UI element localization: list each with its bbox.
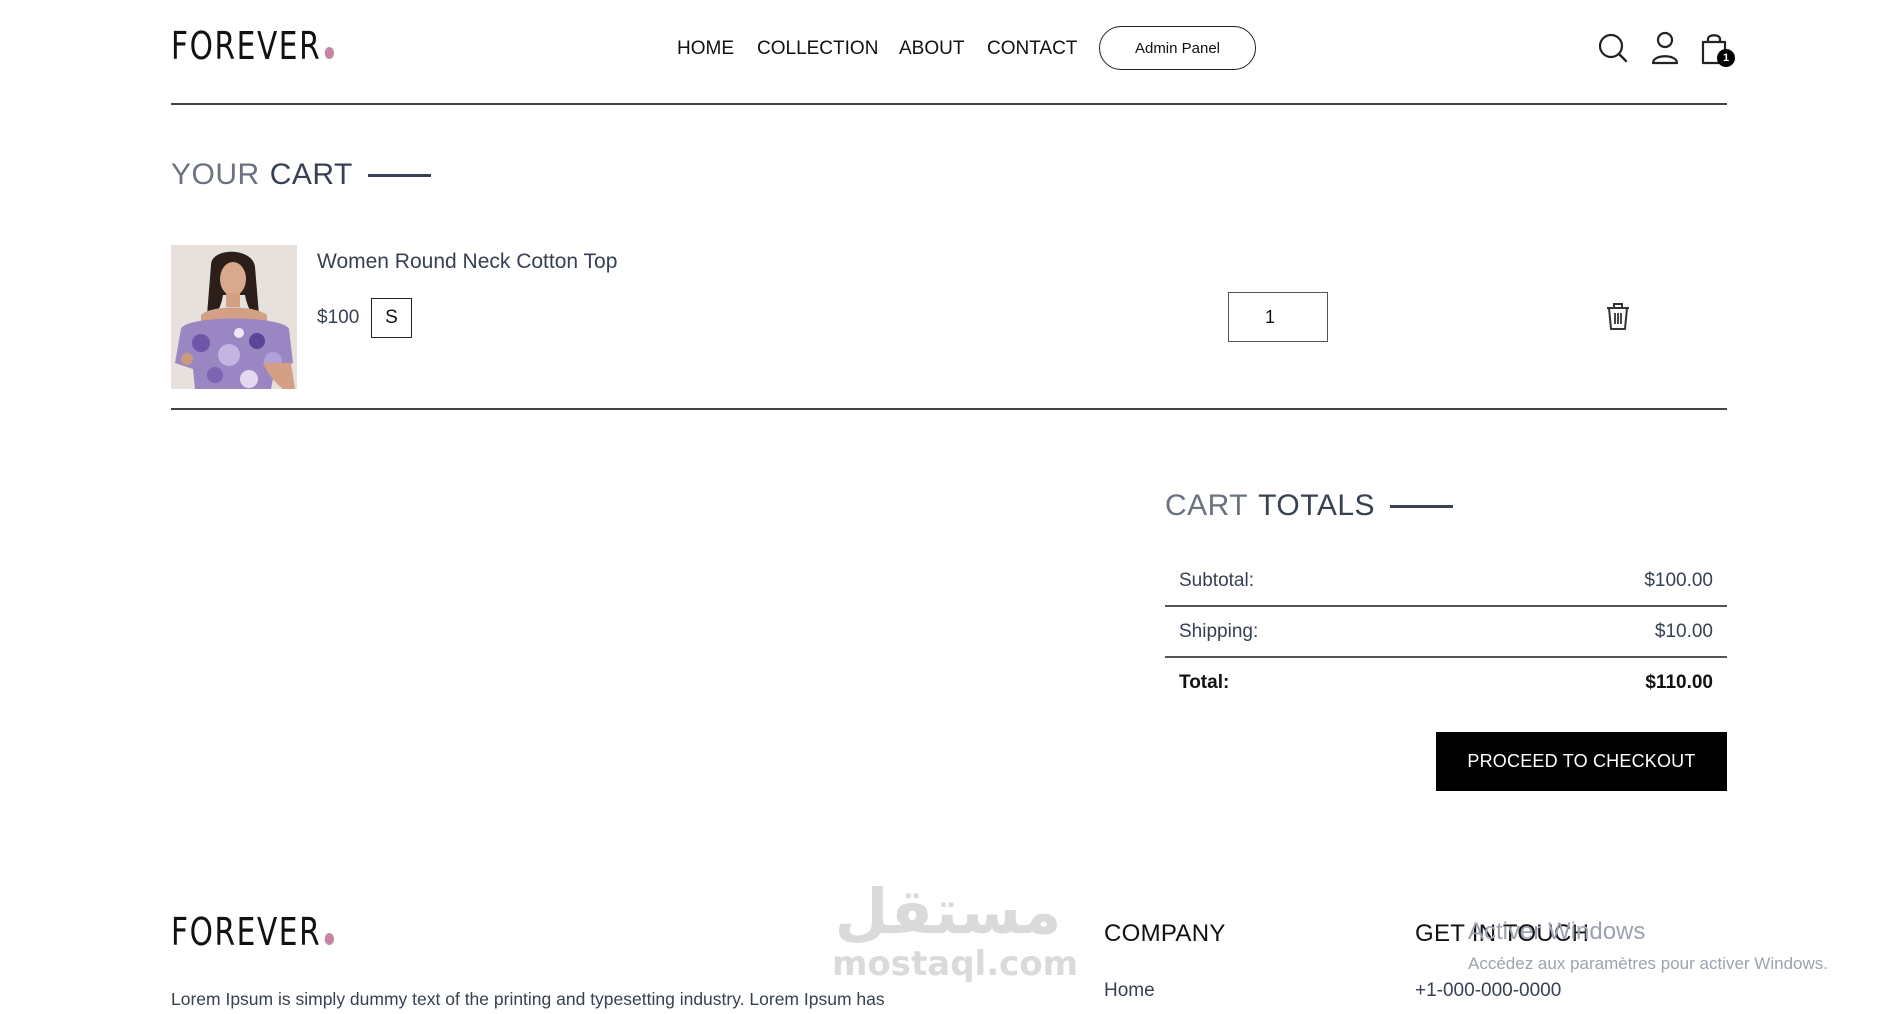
user-icon[interactable]: [1648, 30, 1682, 66]
admin-panel-button[interactable]: Admin Panel: [1099, 26, 1256, 70]
proceed-to-checkout-button[interactable]: PROCEED TO CHECKOUT: [1436, 732, 1727, 791]
total-row: Total: $110.00: [1165, 657, 1727, 708]
product-price: $100: [317, 307, 360, 328]
logo-dot: [324, 47, 334, 59]
footer-logo: FOREVER: [171, 910, 334, 954]
footer-link-home[interactable]: Home: [1104, 980, 1155, 1002]
nav-home[interactable]: HOME: [677, 38, 734, 60]
size-badge: S: [371, 298, 412, 338]
windows-activation-notice: Activer Windows Accédez aux paramètres p…: [1468, 918, 1828, 973]
site-header: FOREVER HOME COLLECTION ABOUT CONTACT Ad…: [0, 0, 1895, 105]
watermark-logo: مستقل mostaql.com: [832, 875, 1079, 985]
shipping-label: Shipping:: [1179, 620, 1259, 642]
product-image: [171, 245, 297, 389]
logo-dot: [324, 933, 334, 945]
nav-collection[interactable]: COLLECTION: [757, 38, 878, 60]
subtotal-row: Subtotal: $100.00: [1165, 555, 1727, 606]
header-divider: [171, 103, 1727, 105]
nav-about[interactable]: ABOUT: [899, 38, 964, 60]
shipping-row: Shipping: $10.00: [1165, 606, 1727, 657]
cart-title: YOUR CART: [171, 158, 431, 192]
company-heading: COMPANY: [1104, 920, 1226, 947]
totals-title: CART TOTALS: [1165, 489, 1454, 523]
contact-phone: +1-000-000-0000: [1415, 980, 1562, 1001]
footer-description: Lorem Ipsum is simply dummy text of the …: [171, 989, 885, 1009]
total-value: $110.00: [1645, 671, 1713, 693]
subtotal-value: $100.00: [1644, 569, 1713, 591]
shipping-value: $10.00: [1654, 620, 1713, 642]
delete-item-icon[interactable]: [1604, 301, 1632, 331]
nav-contact[interactable]: CONTACT: [987, 38, 1077, 60]
title-bar: [1390, 504, 1454, 508]
cart-item-divider: [171, 408, 1727, 410]
product-name: Women Round Neck Cotton Top: [317, 250, 618, 273]
search-icon[interactable]: [1596, 30, 1630, 66]
cart-count-badge: 1: [1717, 49, 1735, 67]
subtotal-label: Subtotal:: [1179, 569, 1254, 591]
logo[interactable]: FOREVER: [171, 24, 334, 68]
quantity-input[interactable]: [1228, 292, 1328, 342]
total-label: Total:: [1179, 671, 1230, 693]
title-bar: [367, 173, 431, 177]
